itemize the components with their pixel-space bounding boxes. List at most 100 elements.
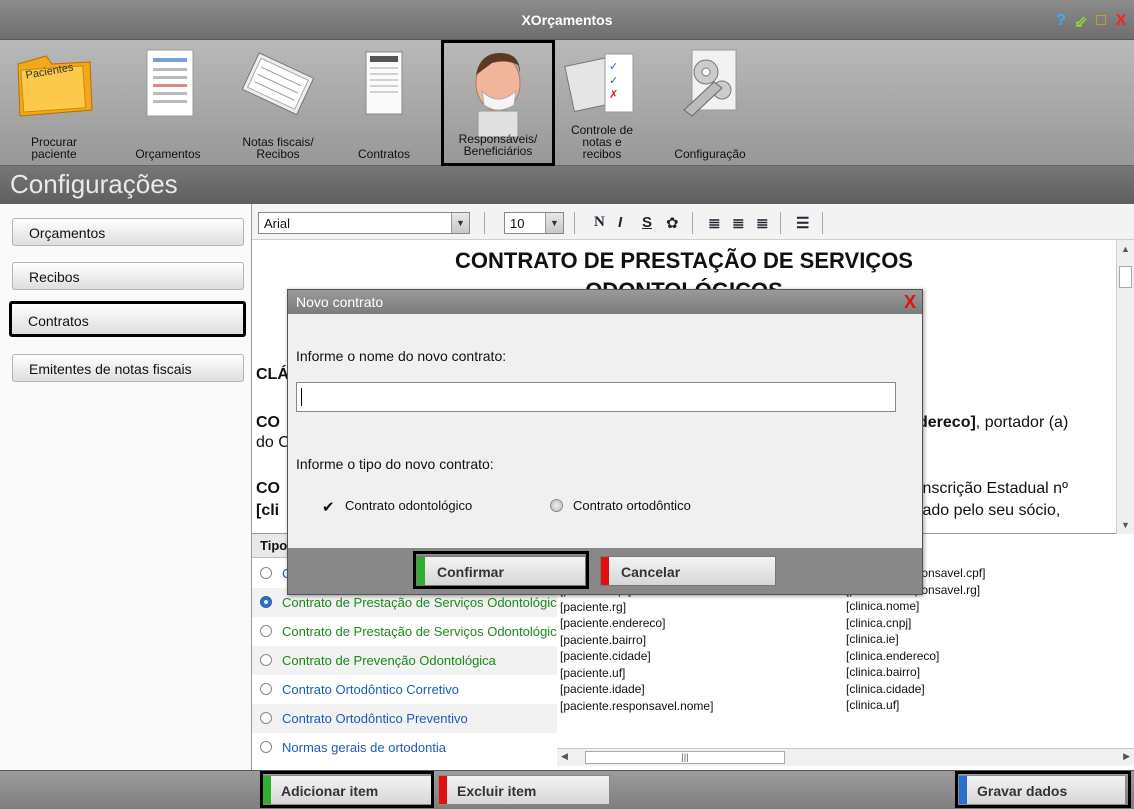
format-toolbar: Arial ▼ 10 ▼ N I S ✿ ≣ ≣ ≣ ☰ — [252, 204, 1134, 240]
variable-item[interactable]: [paciente.idade] — [560, 681, 713, 698]
list-item-label: Contrato Ortodôntico Preventivo — [282, 711, 468, 726]
italic-button[interactable]: I — [618, 214, 622, 231]
radio-button[interactable] — [260, 683, 272, 695]
separator — [484, 212, 485, 234]
align-center-icon[interactable]: ≣ — [732, 214, 745, 232]
separator — [574, 212, 575, 234]
sidebar-item-recibos[interactable]: Recibos — [12, 262, 244, 290]
toolbar-contratos[interactable]: Contratos — [346, 40, 422, 166]
align-right-icon[interactable]: ≣ — [756, 214, 769, 232]
dialog-title-bar: Novo contrato X — [288, 290, 922, 314]
color-picker-icon[interactable]: ✿ — [666, 214, 679, 232]
scrollbar-thumb[interactable]: ||| — [585, 751, 785, 764]
doc-text: tado pelo seu sócio, — [918, 502, 1061, 519]
list-item-label: Contrato de Prestação de Serviços Odonto… — [282, 595, 557, 610]
dialog-title: Novo contrato — [296, 294, 384, 310]
doc-text: [cli — [256, 502, 280, 519]
list-item[interactable]: Normas gerais de ortodontia — [252, 733, 557, 762]
variable-item[interactable]: [paciente.endereco] — [560, 615, 713, 632]
variable-item[interactable]: [paciente.bairro] — [560, 632, 713, 649]
scroll-down-icon[interactable]: ▼ — [1121, 520, 1130, 530]
align-left-icon[interactable]: ≣ — [708, 214, 721, 232]
list-item[interactable]: Contrato de Prevenção Odontológica — [252, 646, 557, 675]
radio-button-selected[interactable] — [260, 596, 272, 608]
doc-text: do C — [256, 434, 290, 451]
bold-button[interactable]: N — [594, 214, 605, 231]
variable-item[interactable]: [clinica.uf] — [846, 697, 985, 714]
option-label: Contrato ortodôntico — [573, 498, 691, 513]
variable-item[interactable]: [paciente.responsavel.nome] — [560, 698, 713, 715]
toolbar-label: Procurar paciente — [30, 135, 77, 161]
contract-scroll-icon — [365, 51, 403, 115]
patient-folder-icon: Pacientes — [17, 55, 93, 117]
scroll-left-icon[interactable]: ◀ — [561, 751, 568, 762]
variable-item[interactable]: [paciente.cidade] — [560, 648, 713, 665]
new-contract-dialog: Novo contrato X Informe o nome do novo c… — [287, 289, 923, 595]
close-icon[interactable]: X — [1114, 12, 1128, 32]
list-item[interactable]: Contrato Ortodôntico Corretivo — [252, 675, 557, 704]
sidebar-item-orcamentos[interactable]: Orçamentos — [12, 218, 244, 246]
sidebar-item-contratos[interactable]: Contratos — [9, 301, 246, 337]
toolbar-notas-fiscais[interactable]: Notas fiscais/ Recibos — [226, 40, 330, 166]
masked-person-icon — [475, 53, 521, 138]
doc-text: CLÁ — [256, 366, 289, 383]
sidebar-item-emitentes[interactable]: Emitentes de notas fiscais — [12, 354, 244, 382]
radio-button[interactable] — [260, 712, 272, 724]
editor-vertical-scrollbar[interactable]: ▲ ▼ — [1116, 240, 1134, 534]
budget-document-icon — [146, 49, 194, 117]
section-header: Configurações — [0, 166, 1134, 204]
doc-text: , portador (a) — [975, 414, 1069, 431]
option-contrato-ortodontico[interactable]: Contrato ortodôntico — [550, 498, 691, 513]
doc-text: CO — [256, 414, 280, 431]
variable-item[interactable]: [clinica.endereco] — [846, 648, 985, 665]
close-icon[interactable]: X — [904, 292, 916, 313]
variable-item[interactable]: [clinica.cnpj] — [846, 615, 985, 632]
toolbar-label: Orçamentos — [135, 147, 201, 161]
separator — [692, 212, 693, 234]
list-item-label: Contrato Ortodôntico Corretivo — [282, 682, 460, 697]
cancel-button[interactable]: Cancelar — [600, 556, 776, 586]
variable-item[interactable]: [clinica.bairro] — [846, 664, 985, 681]
list-item[interactable]: Contrato Ortodôntico Preventivo — [252, 704, 557, 733]
scrollbar-thumb[interactable] — [1119, 266, 1132, 288]
scroll-right-icon[interactable]: ▶ — [1123, 751, 1130, 762]
radio-button[interactable] — [260, 567, 272, 579]
cancel-label: Cancelar — [621, 564, 681, 580]
window-controls: ? ⇙ □ X — [1054, 12, 1128, 32]
radio-button[interactable] — [260, 654, 272, 666]
toolbar-orcamentos[interactable]: Orçamentos — [120, 40, 216, 166]
chevron-down-icon: ▼ — [545, 213, 563, 233]
delete-item-button[interactable]: Excluir item — [438, 775, 610, 805]
doc-text: dereco], portador (a) — [918, 414, 1068, 432]
scroll-up-icon[interactable]: ▲ — [1121, 244, 1130, 254]
maximize-icon[interactable]: □ — [1094, 12, 1108, 32]
chevron-down-icon: ▼ — [451, 213, 469, 233]
toolbar-configuracao[interactable]: Configuração — [658, 40, 762, 166]
radio-button[interactable] — [260, 741, 272, 753]
toolbar-procurar-paciente[interactable]: Pacientes Procurar paciente — [4, 40, 104, 166]
bullet-list-icon[interactable]: ☰ — [796, 214, 809, 232]
doc-text: Inscrição Estadual nº — [918, 480, 1068, 497]
document-heading: CONTRATO DE PRESTAÇÃO DE SERVIÇOS — [455, 248, 913, 273]
radio-button[interactable] — [260, 625, 272, 637]
help-icon[interactable]: ? — [1054, 12, 1068, 32]
checkmark-icon: ✔ — [322, 499, 335, 516]
toolbar-responsaveis-beneficiarios[interactable]: Responsáveis/ Beneficiários — [441, 40, 555, 166]
font-family-select[interactable]: Arial ▼ — [258, 212, 470, 234]
variable-item[interactable]: [clinica.cidade] — [846, 681, 985, 698]
contract-name-input[interactable] — [296, 382, 896, 412]
option-contrato-odontologico[interactable]: ✔ Contrato odontológico — [322, 498, 472, 516]
toolbar-label: Contratos — [357, 147, 411, 161]
toolbar-controle-notas[interactable]: ✓ ✓ ✗ Controle de notas e recibos — [560, 40, 644, 166]
underline-button[interactable]: S — [642, 214, 652, 231]
variable-item[interactable]: [clinica.ie] — [846, 631, 985, 648]
variable-item[interactable]: [clinica.nome] — [846, 598, 985, 615]
selection-outline — [955, 771, 1131, 808]
font-size-select[interactable]: 10 ▼ — [504, 212, 564, 234]
list-item[interactable]: Contrato de Prestação de Serviços Odonto… — [252, 617, 557, 646]
variable-item[interactable]: [paciente.rg] — [560, 599, 713, 616]
variables-horizontal-scrollbar[interactable]: ◀ ||| ▶ — [557, 748, 1134, 766]
minimize-icon[interactable]: ⇙ — [1074, 12, 1088, 32]
variable-item[interactable]: [paciente.uf] — [560, 665, 713, 682]
bottom-action-bar: Adicionar item Excluir item Gravar dados — [0, 770, 1134, 809]
